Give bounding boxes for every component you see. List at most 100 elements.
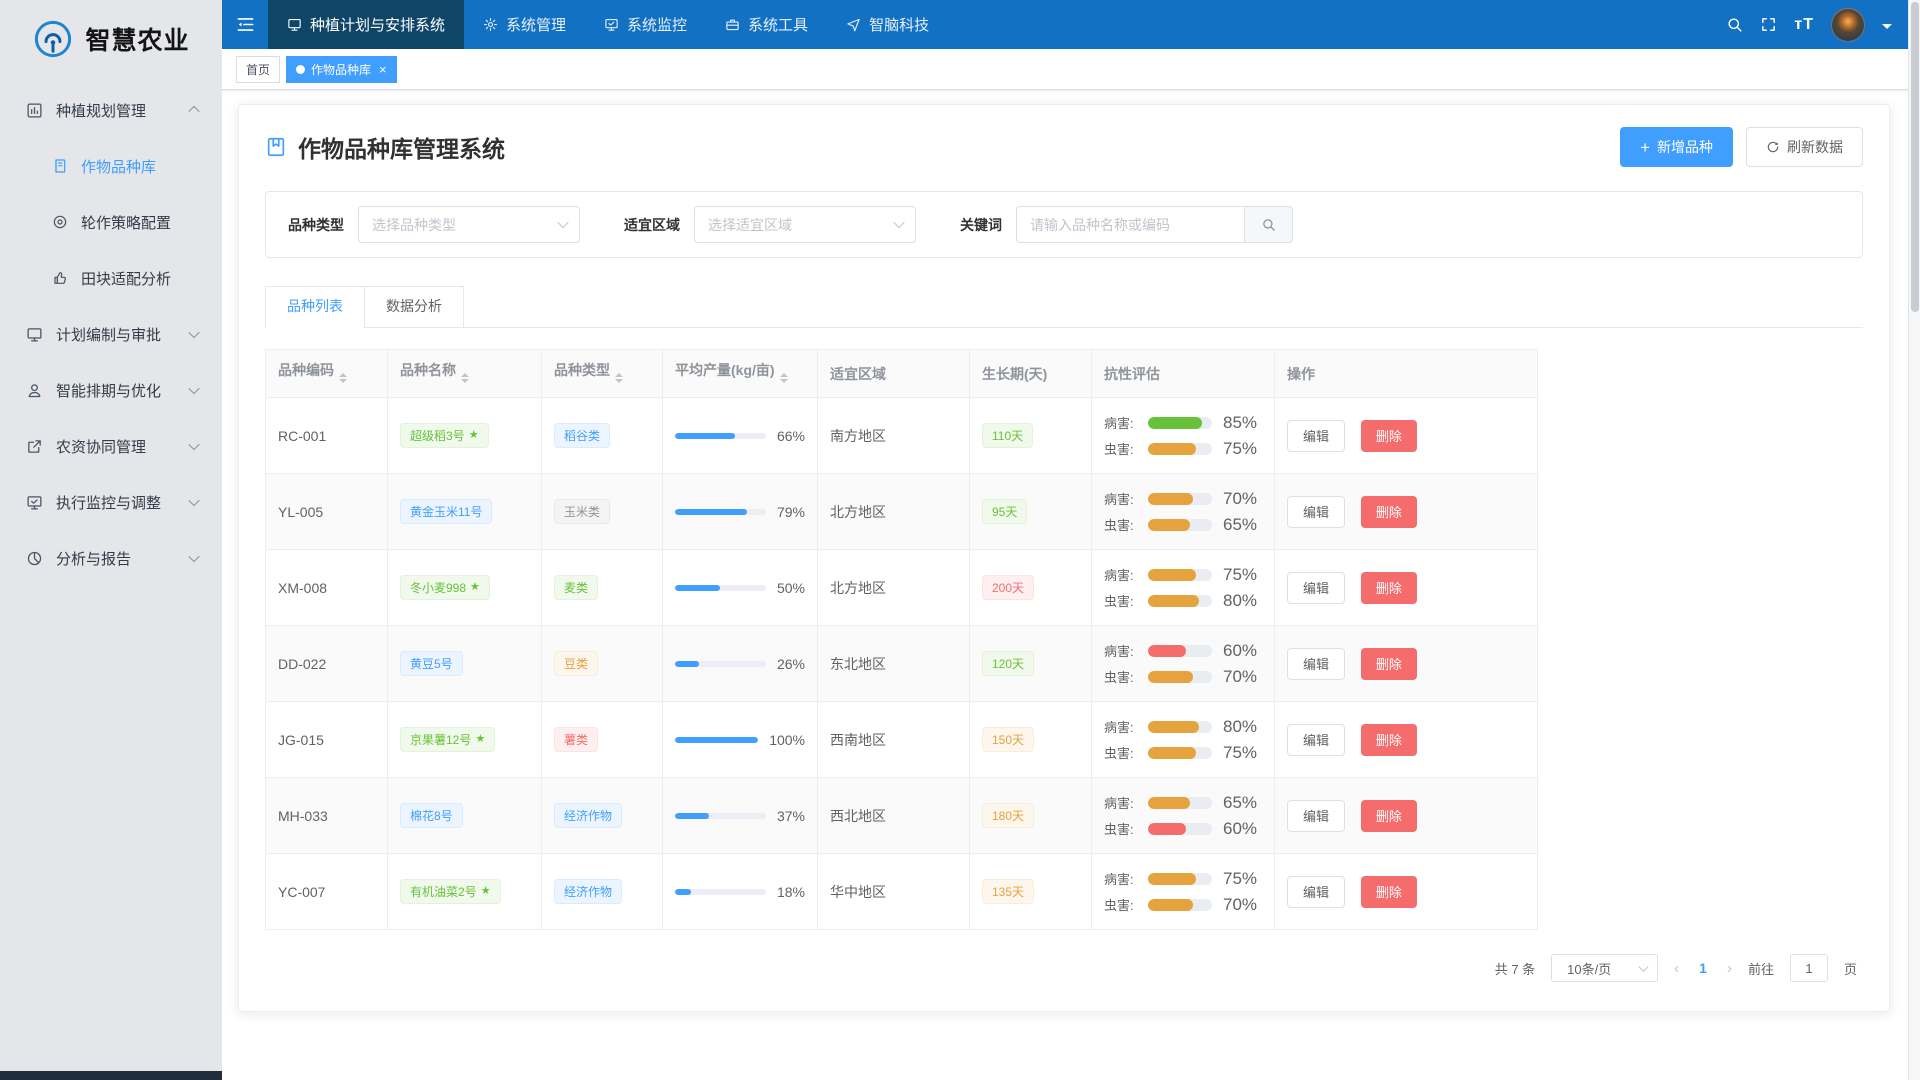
pest-percent: 75% bbox=[1223, 439, 1257, 459]
yield-progress-bar bbox=[675, 509, 766, 515]
search-button[interactable] bbox=[1726, 16, 1743, 33]
variety-type-tag: 玉米类 bbox=[554, 499, 610, 524]
variety-type-tag: 薯类 bbox=[554, 727, 598, 752]
column-label: 操作 bbox=[1287, 366, 1315, 382]
sort-caret-icon[interactable] bbox=[461, 369, 469, 387]
user-menu-caret-icon[interactable] bbox=[1882, 24, 1892, 34]
scrollbar-thumb[interactable] bbox=[1911, 2, 1919, 312]
nav-tab-planting-plan-system[interactable]: 种植计划与安排系统 bbox=[268, 0, 464, 49]
add-variety-button[interactable]: + 新增品种 bbox=[1620, 127, 1733, 167]
table-row: YC-007 有机油菜2号★ 经济作物 18% 华中地区 135天 病害: 75… bbox=[266, 854, 1538, 930]
edit-button[interactable]: 编辑 bbox=[1287, 420, 1345, 452]
tab-data-analysis[interactable]: 数据分析 bbox=[365, 286, 464, 327]
sort-caret-icon[interactable] bbox=[339, 369, 347, 387]
sidebar-item-agri-supply-collab[interactable]: 农资协同管理 bbox=[0, 418, 222, 474]
pest-percent: 70% bbox=[1223, 895, 1257, 915]
pest-bar bbox=[1148, 747, 1212, 759]
yield-progress-bar bbox=[675, 433, 766, 439]
sidebar-item-planting-plan-mgmt[interactable]: 种植规划管理 bbox=[0, 82, 222, 138]
variety-type-select[interactable] bbox=[358, 206, 580, 243]
font-size-button[interactable]: тT bbox=[1794, 16, 1814, 34]
delete-button[interactable]: 删除 bbox=[1361, 724, 1417, 756]
delete-button[interactable]: 删除 bbox=[1361, 876, 1417, 908]
star-icon: ★ bbox=[475, 734, 485, 745]
tag-crop-variety-db[interactable]: 作物品种库 × bbox=[286, 56, 397, 83]
sidebar-item-smart-scheduling[interactable]: 智能排期与优化 bbox=[0, 362, 222, 418]
region-select[interactable] bbox=[694, 206, 916, 243]
delete-button[interactable]: 删除 bbox=[1361, 572, 1417, 604]
nav-tab-system-tools[interactable]: 系统工具 bbox=[706, 0, 827, 49]
edit-button[interactable]: 编辑 bbox=[1287, 800, 1345, 832]
refresh-icon bbox=[1766, 140, 1780, 154]
sidebar-item-rotation-strategy[interactable]: 轮作策略配置 bbox=[0, 194, 222, 250]
fullscreen-button[interactable] bbox=[1760, 16, 1777, 33]
delete-button[interactable]: 删除 bbox=[1361, 648, 1417, 680]
top-navbar: 种植计划与安排系统 系统管理 系统监控 系统工具 智脑科技 bbox=[222, 0, 1908, 49]
delete-button[interactable]: 删除 bbox=[1361, 420, 1417, 452]
font-size-icon: тT bbox=[1794, 16, 1814, 34]
nav-tab-label: 系统工具 bbox=[748, 14, 808, 35]
edit-button[interactable]: 编辑 bbox=[1287, 496, 1345, 528]
prev-page-button[interactable]: ‹ bbox=[1674, 960, 1679, 977]
current-page[interactable]: 1 bbox=[1695, 960, 1711, 976]
table-column-header: 适宜区域 bbox=[818, 350, 970, 398]
nav-tab-label: 智脑科技 bbox=[869, 14, 929, 35]
refresh-data-button[interactable]: 刷新数据 bbox=[1746, 127, 1863, 167]
edit-button[interactable]: 编辑 bbox=[1287, 724, 1345, 756]
table-column-header[interactable]: 品种名称 bbox=[388, 350, 542, 398]
pest-resist-row: 虫害: 70% bbox=[1104, 667, 1262, 687]
sidebar-item-field-adapt-analysis[interactable]: 田块适配分析 bbox=[0, 250, 222, 306]
yield-cell: 18% bbox=[675, 884, 805, 900]
table-column-header[interactable]: 平均产量(kg/亩) bbox=[663, 350, 818, 398]
growth-period-tag: 135天 bbox=[982, 879, 1034, 904]
edit-button[interactable]: 编辑 bbox=[1287, 648, 1345, 680]
tag-home[interactable]: 首页 bbox=[236, 56, 280, 83]
keyword-input[interactable] bbox=[1016, 206, 1244, 243]
sidebar-item-label: 智能排期与优化 bbox=[56, 380, 161, 401]
yield-cell: 66% bbox=[675, 428, 805, 444]
next-page-button[interactable]: › bbox=[1727, 960, 1732, 977]
variety-type-input[interactable] bbox=[358, 206, 580, 243]
delete-button[interactable]: 删除 bbox=[1361, 496, 1417, 528]
goto-page-input[interactable] bbox=[1790, 954, 1828, 982]
nav-tab-ai-tech[interactable]: 智脑科技 bbox=[827, 0, 948, 49]
delete-button[interactable]: 删除 bbox=[1361, 800, 1417, 832]
star-icon: ★ bbox=[481, 886, 491, 897]
collapse-sidebar-button[interactable] bbox=[222, 0, 268, 49]
sidebar-item-analysis-report[interactable]: 分析与报告 bbox=[0, 530, 222, 586]
nav-tab-system-monitor[interactable]: 系统监控 bbox=[585, 0, 706, 49]
yield-cell: 79% bbox=[675, 504, 805, 520]
pest-percent: 70% bbox=[1223, 667, 1257, 687]
sidebar-item-crop-variety-db[interactable]: 作物品种库 bbox=[0, 138, 222, 194]
pest-percent: 60% bbox=[1223, 819, 1257, 839]
refresh-data-label: 刷新数据 bbox=[1787, 137, 1843, 157]
tab-variety-list[interactable]: 品种列表 bbox=[265, 286, 365, 327]
sort-caret-icon[interactable] bbox=[780, 369, 788, 387]
user-avatar[interactable] bbox=[1831, 8, 1865, 42]
sort-caret-icon[interactable] bbox=[615, 369, 623, 387]
filter-type-label: 品种类型 bbox=[288, 215, 344, 235]
edit-button[interactable]: 编辑 bbox=[1287, 876, 1345, 908]
variety-name: 黄金玉米11号 bbox=[410, 503, 482, 520]
table-column-header[interactable]: 品种类型 bbox=[542, 350, 663, 398]
yield-percent: 18% bbox=[777, 884, 805, 900]
pest-percent: 65% bbox=[1223, 515, 1257, 535]
close-tag-icon[interactable]: × bbox=[379, 63, 387, 76]
nav-tab-system-admin[interactable]: 系统管理 bbox=[464, 0, 585, 49]
table-column-header[interactable]: 品种编码 bbox=[266, 350, 388, 398]
user-icon bbox=[26, 382, 43, 399]
disease-bar bbox=[1148, 493, 1212, 505]
keyword-search-button[interactable] bbox=[1244, 206, 1293, 243]
sidebar-item-plan-compile-approval[interactable]: 计划编制与审批 bbox=[0, 306, 222, 362]
variety-code: MH-033 bbox=[278, 808, 328, 824]
page-content: 作物品种库管理系统 + 新增品种 刷新数据 bbox=[222, 90, 1908, 1080]
edit-button[interactable]: 编辑 bbox=[1287, 572, 1345, 604]
nav-tab-label: 系统管理 bbox=[506, 14, 566, 35]
region-input[interactable] bbox=[694, 206, 916, 243]
yield-progress-bar bbox=[675, 585, 766, 591]
page-size-select[interactable]: 10条/页 bbox=[1551, 954, 1658, 982]
pest-resist-row: 虫害: 70% bbox=[1104, 895, 1262, 915]
app-logo: 智慧农业 bbox=[0, 0, 222, 78]
sidebar-item-execution-monitoring[interactable]: 执行监控与调整 bbox=[0, 474, 222, 530]
disease-bar bbox=[1148, 417, 1212, 429]
